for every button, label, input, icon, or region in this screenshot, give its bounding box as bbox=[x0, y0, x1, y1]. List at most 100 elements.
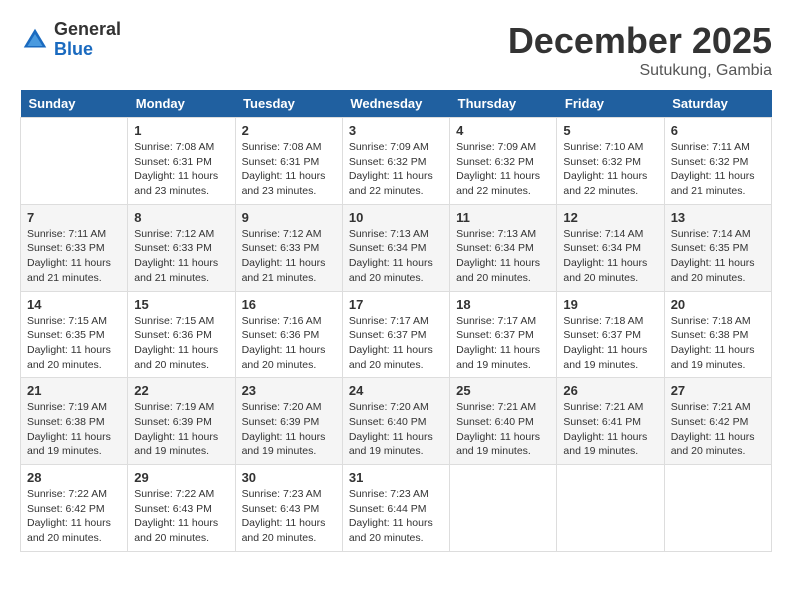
header-sunday: Sunday bbox=[21, 90, 128, 118]
sunset-text: Sunset: 6:35 PM bbox=[27, 329, 105, 341]
header-saturday: Saturday bbox=[664, 90, 771, 118]
day-info: Sunrise: 7:19 AM Sunset: 6:39 PM Dayligh… bbox=[134, 400, 228, 459]
calendar-cell: 3 Sunrise: 7:09 AM Sunset: 6:32 PM Dayli… bbox=[342, 118, 449, 205]
calendar-cell: 5 Sunrise: 7:10 AM Sunset: 6:32 PM Dayli… bbox=[557, 118, 664, 205]
day-number: 9 bbox=[242, 210, 336, 225]
daylight-text: Daylight: 11 hours and 20 minutes. bbox=[134, 344, 218, 371]
calendar-cell: 16 Sunrise: 7:16 AM Sunset: 6:36 PM Dayl… bbox=[235, 291, 342, 378]
day-number: 25 bbox=[456, 383, 550, 398]
sunrise-text: Sunrise: 7:17 AM bbox=[456, 315, 536, 327]
day-number: 6 bbox=[671, 123, 765, 138]
sunset-text: Sunset: 6:34 PM bbox=[456, 242, 534, 254]
sunrise-text: Sunrise: 7:12 AM bbox=[242, 228, 322, 240]
daylight-text: Daylight: 11 hours and 22 minutes. bbox=[349, 170, 433, 197]
day-info: Sunrise: 7:22 AM Sunset: 6:43 PM Dayligh… bbox=[134, 487, 228, 546]
calendar-cell: 22 Sunrise: 7:19 AM Sunset: 6:39 PM Dayl… bbox=[128, 378, 235, 465]
day-info: Sunrise: 7:10 AM Sunset: 6:32 PM Dayligh… bbox=[563, 140, 657, 199]
calendar-cell: 26 Sunrise: 7:21 AM Sunset: 6:41 PM Dayl… bbox=[557, 378, 664, 465]
header-tuesday: Tuesday bbox=[235, 90, 342, 118]
sunrise-text: Sunrise: 7:10 AM bbox=[563, 141, 643, 153]
sunset-text: Sunset: 6:36 PM bbox=[242, 329, 320, 341]
day-number: 7 bbox=[27, 210, 121, 225]
calendar-cell: 18 Sunrise: 7:17 AM Sunset: 6:37 PM Dayl… bbox=[450, 291, 557, 378]
sunset-text: Sunset: 6:33 PM bbox=[134, 242, 212, 254]
day-info: Sunrise: 7:11 AM Sunset: 6:33 PM Dayligh… bbox=[27, 227, 121, 286]
sunset-text: Sunset: 6:33 PM bbox=[27, 242, 105, 254]
daylight-text: Daylight: 11 hours and 20 minutes. bbox=[563, 257, 647, 284]
sunrise-text: Sunrise: 7:15 AM bbox=[27, 315, 107, 327]
daylight-text: Daylight: 11 hours and 19 minutes. bbox=[456, 431, 540, 458]
daylight-text: Daylight: 11 hours and 20 minutes. bbox=[27, 517, 111, 544]
sunrise-text: Sunrise: 7:18 AM bbox=[671, 315, 751, 327]
sunrise-text: Sunrise: 7:23 AM bbox=[242, 488, 322, 500]
daylight-text: Daylight: 11 hours and 22 minutes. bbox=[563, 170, 647, 197]
calendar-cell: 11 Sunrise: 7:13 AM Sunset: 6:34 PM Dayl… bbox=[450, 204, 557, 291]
sunset-text: Sunset: 6:40 PM bbox=[456, 416, 534, 428]
daylight-text: Daylight: 11 hours and 20 minutes. bbox=[456, 257, 540, 284]
header-thursday: Thursday bbox=[450, 90, 557, 118]
calendar-cell: 21 Sunrise: 7:19 AM Sunset: 6:38 PM Dayl… bbox=[21, 378, 128, 465]
daylight-text: Daylight: 11 hours and 21 minutes. bbox=[671, 170, 755, 197]
day-info: Sunrise: 7:11 AM Sunset: 6:32 PM Dayligh… bbox=[671, 140, 765, 199]
daylight-text: Daylight: 11 hours and 19 minutes. bbox=[242, 431, 326, 458]
day-info: Sunrise: 7:12 AM Sunset: 6:33 PM Dayligh… bbox=[242, 227, 336, 286]
daylight-text: Daylight: 11 hours and 19 minutes. bbox=[456, 344, 540, 371]
day-number: 16 bbox=[242, 297, 336, 312]
header-monday: Monday bbox=[128, 90, 235, 118]
calendar-cell: 10 Sunrise: 7:13 AM Sunset: 6:34 PM Dayl… bbox=[342, 204, 449, 291]
sunrise-text: Sunrise: 7:21 AM bbox=[456, 401, 536, 413]
calendar-cell: 27 Sunrise: 7:21 AM Sunset: 6:42 PM Dayl… bbox=[664, 378, 771, 465]
sunrise-text: Sunrise: 7:19 AM bbox=[27, 401, 107, 413]
day-number: 14 bbox=[27, 297, 121, 312]
week-row-1: 1 Sunrise: 7:08 AM Sunset: 6:31 PM Dayli… bbox=[21, 118, 772, 205]
day-number: 30 bbox=[242, 470, 336, 485]
daylight-text: Daylight: 11 hours and 21 minutes. bbox=[27, 257, 111, 284]
calendar-cell: 20 Sunrise: 7:18 AM Sunset: 6:38 PM Dayl… bbox=[664, 291, 771, 378]
day-info: Sunrise: 7:21 AM Sunset: 6:41 PM Dayligh… bbox=[563, 400, 657, 459]
sunset-text: Sunset: 6:38 PM bbox=[27, 416, 105, 428]
day-info: Sunrise: 7:20 AM Sunset: 6:40 PM Dayligh… bbox=[349, 400, 443, 459]
calendar-cell: 25 Sunrise: 7:21 AM Sunset: 6:40 PM Dayl… bbox=[450, 378, 557, 465]
calendar-cell: 28 Sunrise: 7:22 AM Sunset: 6:42 PM Dayl… bbox=[21, 465, 128, 552]
sunset-text: Sunset: 6:32 PM bbox=[563, 156, 641, 168]
daylight-text: Daylight: 11 hours and 19 minutes. bbox=[134, 431, 218, 458]
sunset-text: Sunset: 6:42 PM bbox=[671, 416, 749, 428]
sunset-text: Sunset: 6:44 PM bbox=[349, 503, 427, 515]
day-number: 24 bbox=[349, 383, 443, 398]
day-number: 10 bbox=[349, 210, 443, 225]
day-number: 3 bbox=[349, 123, 443, 138]
day-info: Sunrise: 7:08 AM Sunset: 6:31 PM Dayligh… bbox=[242, 140, 336, 199]
sunrise-text: Sunrise: 7:22 AM bbox=[27, 488, 107, 500]
daylight-text: Daylight: 11 hours and 20 minutes. bbox=[349, 344, 433, 371]
day-number: 20 bbox=[671, 297, 765, 312]
day-info: Sunrise: 7:17 AM Sunset: 6:37 PM Dayligh… bbox=[349, 314, 443, 373]
day-number: 2 bbox=[242, 123, 336, 138]
daylight-text: Daylight: 11 hours and 21 minutes. bbox=[242, 257, 326, 284]
sunset-text: Sunset: 6:42 PM bbox=[27, 503, 105, 515]
calendar-cell: 1 Sunrise: 7:08 AM Sunset: 6:31 PM Dayli… bbox=[128, 118, 235, 205]
logo: General Blue bbox=[20, 20, 121, 60]
sunset-text: Sunset: 6:32 PM bbox=[671, 156, 749, 168]
sunset-text: Sunset: 6:37 PM bbox=[456, 329, 534, 341]
sunset-text: Sunset: 6:32 PM bbox=[456, 156, 534, 168]
sunrise-text: Sunrise: 7:16 AM bbox=[242, 315, 322, 327]
day-number: 12 bbox=[563, 210, 657, 225]
day-number: 4 bbox=[456, 123, 550, 138]
daylight-text: Daylight: 11 hours and 23 minutes. bbox=[134, 170, 218, 197]
sunrise-text: Sunrise: 7:13 AM bbox=[349, 228, 429, 240]
day-number: 22 bbox=[134, 383, 228, 398]
sunrise-text: Sunrise: 7:22 AM bbox=[134, 488, 214, 500]
daylight-text: Daylight: 11 hours and 19 minutes. bbox=[27, 431, 111, 458]
sunset-text: Sunset: 6:33 PM bbox=[242, 242, 320, 254]
sunrise-text: Sunrise: 7:14 AM bbox=[671, 228, 751, 240]
sunset-text: Sunset: 6:39 PM bbox=[134, 416, 212, 428]
sunset-text: Sunset: 6:31 PM bbox=[134, 156, 212, 168]
day-info: Sunrise: 7:13 AM Sunset: 6:34 PM Dayligh… bbox=[456, 227, 550, 286]
day-number: 27 bbox=[671, 383, 765, 398]
sunrise-text: Sunrise: 7:21 AM bbox=[563, 401, 643, 413]
sunset-text: Sunset: 6:36 PM bbox=[134, 329, 212, 341]
sunrise-text: Sunrise: 7:14 AM bbox=[563, 228, 643, 240]
sunrise-text: Sunrise: 7:23 AM bbox=[349, 488, 429, 500]
daylight-text: Daylight: 11 hours and 22 minutes. bbox=[456, 170, 540, 197]
day-number: 11 bbox=[456, 210, 550, 225]
